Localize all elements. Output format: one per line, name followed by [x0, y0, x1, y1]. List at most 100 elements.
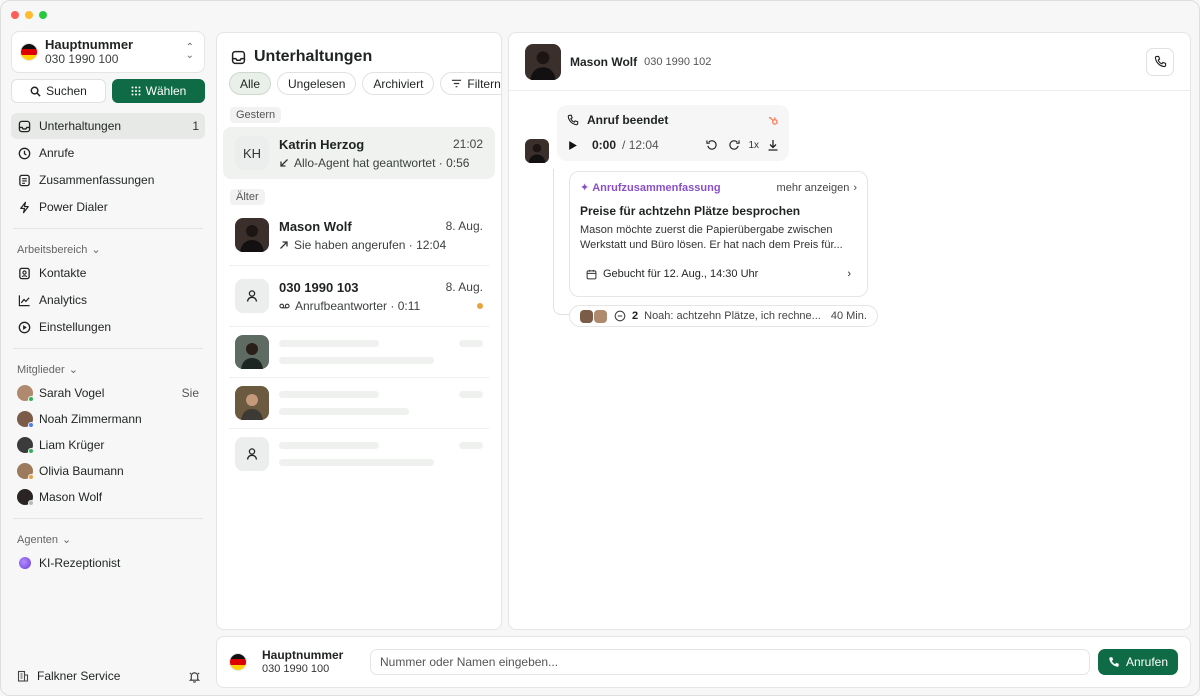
nav-item-conversations[interactable]: Unterhaltungen 1 [11, 113, 205, 139]
show-more-link[interactable]: mehr anzeigen › [777, 182, 857, 194]
minimize-window-button[interactable] [25, 11, 33, 19]
conversation-detail-panel: Mason Wolf 030 1990 102 Anruf beendet 0:… [508, 32, 1191, 630]
inbox-icon [17, 119, 31, 133]
nav-item-summaries[interactable]: Zusammenfassungen [11, 167, 205, 193]
workspace-section-toggle[interactable]: Arbeitsbereich ⌄ [17, 243, 205, 257]
avatar [17, 463, 34, 480]
user-icon [235, 437, 269, 471]
members-list: Sarah Vogel Sie Noah Zimmermann Liam Krü… [11, 380, 205, 510]
conversation-item[interactable]: KH Katrin Herzog 21:02 Allo-Agent hat ge… [223, 127, 495, 179]
member-name: Noah Zimmermann [39, 412, 142, 426]
call-button[interactable]: Anrufen [1097, 649, 1178, 675]
member-name: Olivia Baumann [39, 464, 124, 478]
agent-name: KI-Rezeptionist [39, 556, 121, 570]
avatar [17, 437, 34, 454]
conversation-item[interactable]: 030 1990 103 8. Aug. Anrufbeantworter · … [223, 270, 495, 322]
keypad-icon [131, 86, 141, 96]
bell-icon[interactable] [188, 670, 201, 683]
avatar [525, 43, 561, 80]
summary-title: Preise für achtzehn Plätze besprochen [580, 204, 801, 218]
search-button[interactable]: Suchen [11, 79, 106, 103]
loading-placeholder-row [223, 378, 495, 428]
thread-replies-pill[interactable]: 2 Noah: achtzehn Plätze, ich rechne... 4… [569, 305, 878, 327]
rewind-icon[interactable] [706, 139, 719, 151]
nav-item-analytics[interactable]: Analytics [11, 287, 205, 313]
avatar [525, 139, 549, 163]
nav-item-settings[interactable]: Einstellungen [11, 314, 205, 340]
bolt-icon [17, 200, 31, 214]
member-item[interactable]: Olivia Baumann [11, 458, 205, 484]
forward-icon[interactable] [727, 139, 741, 151]
member-name: Sarah Vogel [39, 386, 105, 400]
avatar [17, 411, 34, 428]
phone-icon [1154, 55, 1166, 68]
nav-item-power-dialer[interactable]: Power Dialer [11, 194, 205, 220]
play-icon[interactable] [567, 140, 578, 151]
account-switcher[interactable]: Hauptnummer 030 1990 100 ⌃ ⌄ [11, 31, 205, 73]
conversation-preview: Anrufbeantworter · 0:11 [295, 298, 421, 313]
close-window-button[interactable] [11, 11, 19, 19]
filter-chip-unread[interactable]: Ungelesen [277, 72, 357, 95]
download-icon[interactable] [767, 139, 779, 151]
caller-id-selector[interactable]: Hauptnummer 030 1990 100 [262, 648, 362, 676]
nav-label: Zusammenfassungen [39, 173, 155, 187]
agents-section-toggle[interactable]: Agenten ⌄ [17, 533, 205, 547]
thread-connector [553, 169, 569, 315]
reply-count: 2 [632, 310, 639, 322]
nav-label: Kontakte [39, 266, 87, 280]
nav-item-contacts[interactable]: Kontakte [11, 260, 205, 286]
calendar-icon [586, 269, 597, 279]
contact-initials: KH [235, 136, 269, 170]
agent-item[interactable]: KI-Rezeptionist [11, 550, 205, 576]
member-name: Mason Wolf [39, 490, 103, 504]
chevron-down-icon: ⌄ [68, 364, 78, 376]
dial-bar: Hauptnummer 030 1990 100 Anrufen [216, 636, 1191, 688]
member-item[interactable]: Sarah Vogel Sie [11, 380, 205, 406]
org-name[interactable]: Falkner Service [37, 669, 120, 683]
contacts-icon [17, 266, 31, 280]
divider [13, 228, 203, 229]
conversation-preview: Sie haben angerufen · 12:04 [294, 237, 447, 252]
member-item[interactable]: Liam Krüger [11, 432, 205, 458]
booking-row[interactable]: Gebucht für 12. Aug., 14:30 Uhr › [580, 268, 857, 280]
member-item[interactable]: Noah Zimmermann [11, 406, 205, 432]
chevron-up-down-icon: ⌃ ⌄ [185, 42, 194, 61]
search-icon [30, 86, 41, 97]
contact-number: 030 1990 102 [644, 55, 712, 68]
app-window: Hauptnummer 030 1990 100 ⌃ ⌄ Suchen Wähle… [0, 0, 1200, 696]
call-recording-card: Anruf beendet 0:00 / 12:04 1x [557, 105, 789, 161]
chevron-right-icon: › [853, 181, 857, 194]
nav-item-calls[interactable]: Anrufe [11, 140, 205, 166]
contact-name: Mason Wolf [570, 54, 638, 69]
dial-input[interactable] [370, 649, 1090, 675]
member-item[interactable]: Mason Wolf [11, 484, 205, 510]
filter-chip-archived[interactable]: Archiviert [362, 72, 435, 95]
conversation-preview: Allo-Agent hat geantwortet · 0:56 [294, 155, 470, 170]
member-name: Liam Krüger [39, 438, 105, 452]
caller-id-title: Hauptnummer [262, 648, 344, 662]
main-nav: Unterhaltungen 1 Anrufe Zusammenfassunge… [11, 113, 205, 220]
filter-chip-all[interactable]: Alle [229, 72, 272, 95]
playback-speed-button[interactable]: 1x [748, 140, 759, 151]
search-button-label: Suchen [46, 84, 87, 98]
panel-title: Unterhaltungen [254, 48, 373, 65]
dial-button[interactable]: Wählen [112, 79, 205, 103]
nav-label: Anrufe [39, 146, 75, 160]
filter-button[interactable]: Filtern [440, 72, 501, 95]
window-controls [11, 11, 47, 19]
maximize-window-button[interactable] [39, 11, 47, 19]
building-icon [17, 670, 29, 682]
germany-flag-icon [229, 653, 247, 671]
filter-button-label: Filtern [467, 76, 501, 91]
sparkle-icon: ✦ [580, 182, 590, 194]
call-summary-card[interactable]: ✦ Anrufzusammenfassung mehr anzeigen › P… [569, 171, 868, 297]
inbox-icon [231, 50, 246, 64]
caller-id-number: 030 1990 100 [262, 663, 330, 675]
call-status: Anruf beendet [587, 113, 669, 127]
agents-section-label: Agenten [17, 533, 58, 546]
call-contact-button[interactable] [1146, 47, 1174, 76]
members-section-toggle[interactable]: Mitglieder ⌄ [17, 363, 205, 377]
conversation-time: 8. Aug. [445, 218, 483, 233]
conversation-name: 030 1990 103 [279, 279, 359, 295]
conversation-item[interactable]: Mason Wolf 8. Aug. Sie haben angerufen ·… [223, 209, 495, 261]
